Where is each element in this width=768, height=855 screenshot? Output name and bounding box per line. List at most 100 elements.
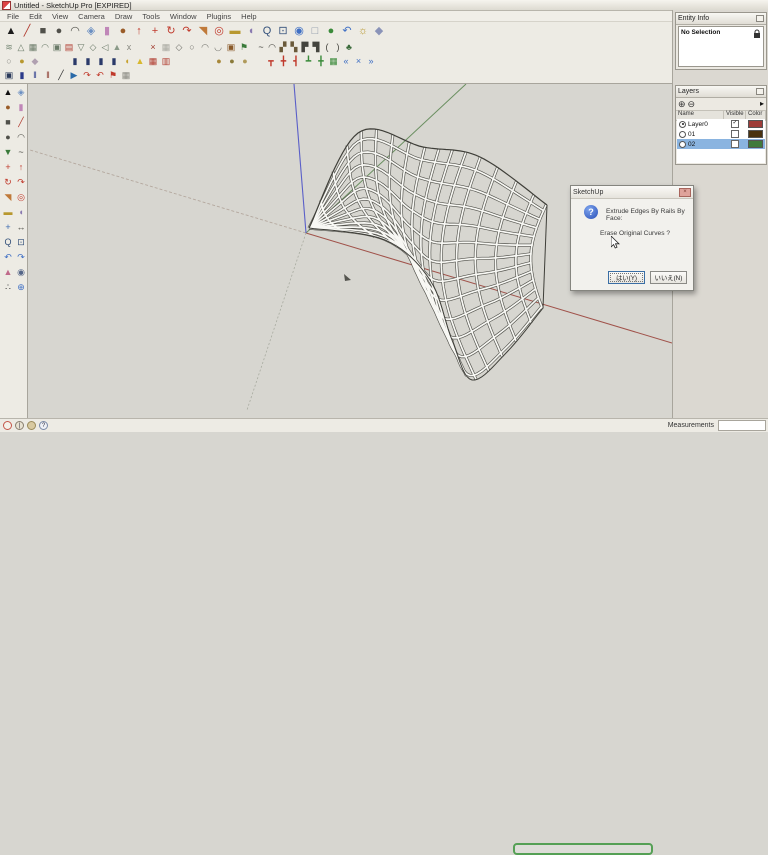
add-layer-button[interactable]: ⊕ <box>678 100 686 109</box>
arc-tool[interactable]: ◠ <box>67 24 83 39</box>
circle-tool[interactable]: ● <box>1 131 15 144</box>
leaf-tool[interactable]: ♣ <box>342 41 356 54</box>
tape-measure-tool[interactable]: ▬ <box>227 24 243 39</box>
shadows-toggle[interactable]: ☼ <box>355 24 371 39</box>
blue-forward-icon[interactable]: » <box>364 55 378 68</box>
previous-view-tool[interactable]: ↶ <box>339 24 355 39</box>
layers-details-button[interactable]: ▸ <box>760 100 764 108</box>
walk-tool[interactable]: ∴ <box>1 281 15 294</box>
push-pull-tool[interactable]: ↑ <box>14 161 28 174</box>
layer-name[interactable]: Layer0 <box>688 121 725 128</box>
zoom-extents-tool[interactable]: ● <box>323 24 339 39</box>
red-grid-icon-1[interactable]: ▦ <box>146 55 160 68</box>
layer-color-swatch[interactable] <box>748 130 763 138</box>
offset-tool[interactable]: ◎ <box>14 191 28 204</box>
scale-tool[interactable]: ◥ <box>195 24 211 39</box>
red-arc-icon-2[interactable]: ↶ <box>93 69 107 82</box>
select-tool[interactable]: ▲ <box>1 86 15 99</box>
follow-me-tool[interactable]: ↷ <box>14 176 28 189</box>
menu-item-help[interactable]: Help <box>236 12 261 21</box>
eraser-tool[interactable]: ▮ <box>99 24 115 39</box>
layer-color-swatch[interactable] <box>748 120 763 128</box>
axes-tool[interactable]: + <box>1 221 15 234</box>
circle-tool[interactable]: ● <box>51 24 67 39</box>
tape-measure-tool[interactable]: ▬ <box>1 206 15 219</box>
pencil-icon[interactable]: ╱ <box>54 69 68 82</box>
follow-me-tool[interactable]: ↷ <box>179 24 195 39</box>
close-icon[interactable]: × <box>679 188 691 197</box>
paint-bucket-tool[interactable]: ● <box>1 101 15 114</box>
no-button[interactable]: いいえ(N) <box>650 271 687 284</box>
menu-item-draw[interactable]: Draw <box>110 12 138 21</box>
globe-icon-2[interactable]: ● <box>225 55 239 68</box>
move-tool[interactable]: + <box>147 24 163 39</box>
eraser-tool[interactable]: ▮ <box>14 101 28 114</box>
move-tool[interactable]: + <box>1 161 15 174</box>
look-around-tool[interactable]: ◉ <box>14 266 28 279</box>
blue-bar-icon[interactable]: ▮ <box>15 69 29 82</box>
yes-button[interactable]: はい(Y) <box>608 271 645 284</box>
help-status-icon[interactable]: ? <box>39 421 48 430</box>
layers-collapse-button[interactable] <box>756 88 764 95</box>
globe-icon-1[interactable]: ● <box>212 55 226 68</box>
get-models-tool[interactable]: ◆ <box>371 24 387 39</box>
push-pull-tool[interactable]: ↑ <box>131 24 147 39</box>
layout-panel-icon-1[interactable]: ▮ <box>68 55 82 68</box>
menu-item-plugins[interactable]: Plugins <box>202 12 237 21</box>
scale-tool[interactable]: ◥ <box>1 191 15 204</box>
zoom-window-tool[interactable]: ⊡ <box>14 236 28 249</box>
layout-panel-icon-3[interactable]: ▮ <box>94 55 108 68</box>
measurements-input[interactable] <box>718 420 766 431</box>
layer-row-02[interactable]: 02 <box>677 139 765 149</box>
line-tool[interactable]: ╱ <box>14 116 28 129</box>
make-component-tool[interactable]: ◈ <box>14 86 28 99</box>
rectangle-tool[interactable]: ■ <box>1 116 15 129</box>
next-view-tool[interactable]: ↷ <box>14 251 28 264</box>
warning-icon[interactable]: ▲ <box>133 55 147 68</box>
cone-icon[interactable]: ◖ <box>120 55 134 68</box>
orbit-tool[interactable]: ◉ <box>291 24 307 39</box>
diamond-shape-tool[interactable]: ◇ <box>172 41 186 54</box>
offset-tool[interactable]: ◎ <box>211 24 227 39</box>
ghost-tool[interactable]: x <box>122 41 136 54</box>
zoom-tool[interactable]: Q <box>259 24 275 39</box>
select-tool[interactable]: ▲ <box>3 24 19 39</box>
menu-item-window[interactable]: Window <box>165 12 202 21</box>
layer-row-01[interactable]: 01 <box>677 129 765 139</box>
grid-small-icon[interactable]: ▦ <box>119 69 133 82</box>
line-tool[interactable]: ╱ <box>19 24 35 39</box>
menu-item-tools[interactable]: Tools <box>137 12 165 21</box>
previous-view-tool[interactable]: ↶ <box>1 251 15 264</box>
layer-name[interactable]: 02 <box>688 141 725 148</box>
rotate-tool[interactable]: ↻ <box>1 176 15 189</box>
zoom-tool[interactable]: Q <box>1 236 15 249</box>
layer-active-radio[interactable] <box>679 131 686 138</box>
layer-visible-checkbox[interactable] <box>731 140 739 148</box>
paint-bucket-tool[interactable]: ● <box>115 24 131 39</box>
layer-row-layer0[interactable]: Layer0✓ <box>677 119 765 129</box>
lock-icon[interactable]: ● <box>15 55 29 68</box>
unlock-icon[interactable]: ○ <box>2 55 16 68</box>
layer-name[interactable]: 01 <box>688 131 725 138</box>
globe-icon-3[interactable]: ● <box>238 55 252 68</box>
position-camera-tool[interactable]: ▲ <box>1 266 15 279</box>
menu-item-camera[interactable]: Camera <box>73 12 110 21</box>
layer-color-swatch[interactable] <box>748 140 763 148</box>
geolocation-status-icon[interactable] <box>3 421 12 430</box>
protractor-tool[interactable]: ◖ <box>14 206 28 219</box>
credits-status-icon[interactable] <box>27 421 36 430</box>
arc-close-tool[interactable]: ◡ <box>211 41 225 54</box>
dimension-tool[interactable]: ↔ <box>14 221 28 234</box>
arc-open-tool[interactable]: ◠ <box>198 41 212 54</box>
box-3d-tool[interactable]: ▣ <box>224 41 238 54</box>
red-flag-icon[interactable]: ⚑ <box>106 69 120 82</box>
stack-icon-2[interactable]: ‖ <box>41 69 55 82</box>
layer-visible-checkbox[interactable] <box>731 130 739 138</box>
dark-box-icon[interactable]: ▣ <box>2 69 16 82</box>
layout-panel-icon-2[interactable]: ▮ <box>81 55 95 68</box>
zoom-window-tool[interactable]: ⊡ <box>275 24 291 39</box>
bird-icon[interactable]: ▶ <box>67 69 81 82</box>
arc-tool[interactable]: ◠ <box>14 131 28 144</box>
grab-icon[interactable]: ◆ <box>28 55 42 68</box>
menu-item-edit[interactable]: Edit <box>24 12 47 21</box>
